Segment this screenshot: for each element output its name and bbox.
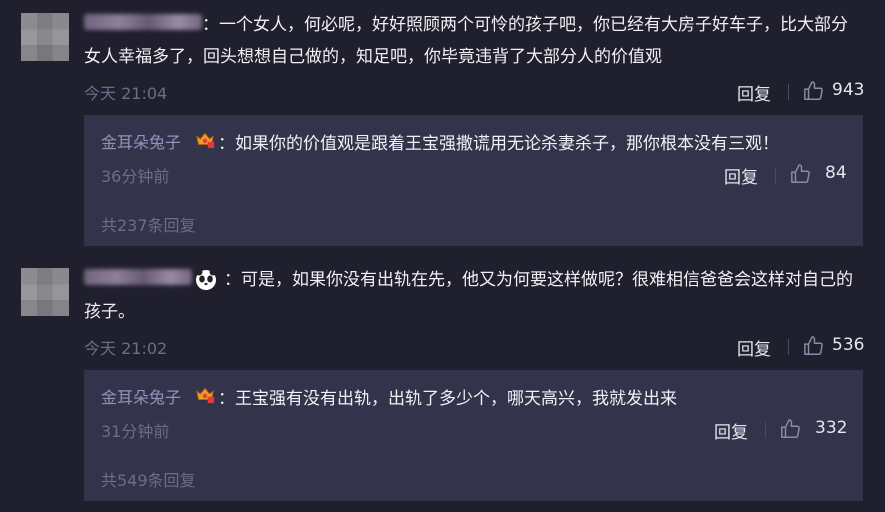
reply-box: 金耳朵兔子 ：如果你的价值观是跟着王宝强撒谎用无论杀妻杀子，那你根本没有三观！ … bbox=[84, 115, 863, 246]
like-count: 536 bbox=[832, 335, 865, 355]
thumbs-up-icon[interactable] bbox=[803, 80, 825, 102]
divider bbox=[765, 422, 766, 438]
reply-box: 金耳朵兔子 ：王宝强有没有出轨，出轨了多少个，哪天高兴，我就发出来 31分钟前 … bbox=[84, 370, 863, 501]
reply-text: ：王宝强有没有出轨，出轨了多少个，哪天高兴，我就发出来 bbox=[218, 389, 677, 409]
view-all-replies[interactable]: 共237条回复 bbox=[101, 212, 196, 236]
reply-button[interactable]: 回复 bbox=[737, 80, 771, 105]
comment-time: 今天 21:02 bbox=[84, 339, 168, 358]
thumbs-up-icon[interactable] bbox=[803, 335, 825, 357]
reply-time: 36分钟前 bbox=[101, 167, 170, 186]
comment-text: ：可是，如果你没有出轨在先，他又为何要这样做呢？很难相信爸爸会这样对自己的孩子。 bbox=[84, 270, 853, 322]
crown-badge-icon bbox=[196, 387, 215, 404]
reply-username[interactable]: 金耳朵兔子 bbox=[101, 384, 181, 408]
reply-time: 31分钟前 bbox=[101, 422, 170, 441]
like-count: 943 bbox=[832, 80, 865, 100]
avatar[interactable] bbox=[21, 268, 69, 316]
comment-feed: ：一个女人，何必呢，好好照顾两个可怜的孩子吧，你已经有大房子好车子，比大部分女人… bbox=[0, 0, 885, 512]
reply-button[interactable]: 回复 bbox=[737, 335, 771, 360]
like-count: 84 bbox=[825, 163, 847, 183]
view-all-replies[interactable]: 共549条回复 bbox=[101, 467, 196, 491]
reply-button[interactable]: 回复 bbox=[714, 418, 748, 443]
comment-time: 今天 21:04 bbox=[84, 84, 168, 103]
divider bbox=[788, 84, 789, 100]
divider bbox=[775, 167, 776, 183]
divider bbox=[788, 339, 789, 355]
reply-text: ：如果你的价值观是跟着王宝强撒谎用无论杀妻杀子，那你根本没有三观！ bbox=[218, 134, 779, 154]
crown-badge-icon bbox=[196, 132, 215, 149]
comment-text: ：一个女人，何必呢，好好照顾两个可怜的孩子吧，你已经有大房子好车子，比大部分女人… bbox=[84, 15, 848, 67]
reply-button[interactable]: 回复 bbox=[724, 163, 758, 188]
like-count: 332 bbox=[815, 418, 848, 438]
avatar[interactable] bbox=[21, 13, 69, 61]
thumbs-up-icon[interactable] bbox=[780, 418, 802, 440]
thumbs-up-icon[interactable] bbox=[790, 163, 812, 185]
reply-username[interactable]: 金耳朵兔子 bbox=[101, 129, 181, 153]
